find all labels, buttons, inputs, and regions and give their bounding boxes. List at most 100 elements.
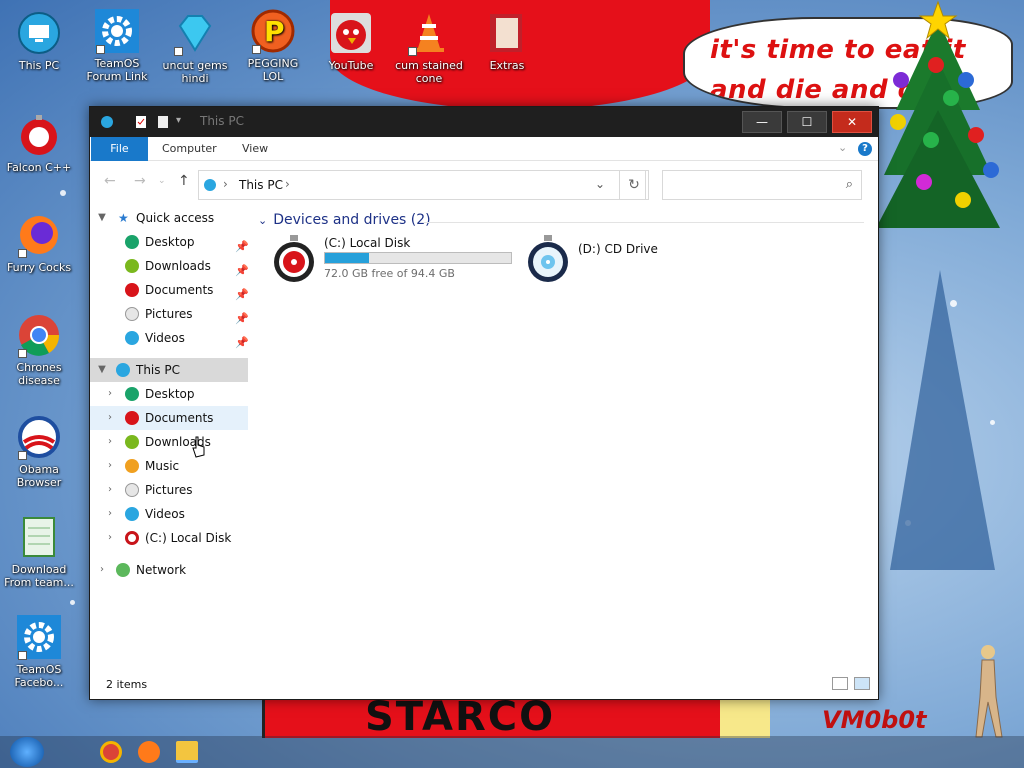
nav-quick-access[interactable]: ▼ ★ Quick access <box>90 206 248 230</box>
close-button[interactable]: ✕ <box>832 111 872 133</box>
expanded-chevron-icon[interactable]: ▼ <box>96 206 108 230</box>
drive-d[interactable]: (D:) CD Drive <box>526 234 676 290</box>
nav-pc-pictures[interactable]: › Pictures <box>90 478 248 502</box>
collapsed-chevron-icon[interactable]: › <box>104 382 116 406</box>
nav-label: Documents <box>145 411 214 425</box>
nav-pc-videos[interactable]: › Videos <box>90 502 248 526</box>
group-header-devices[interactable]: ⌄ Devices and drives (2) <box>258 212 431 228</box>
desktop-icon-teamos-forum-link[interactable]: TeamOS Forum Link <box>80 8 154 83</box>
collapsed-chevron-icon[interactable]: › <box>104 406 116 430</box>
desktop-icon-obama-browser[interactable]: Obama Browser <box>2 414 76 489</box>
nav-label: Pictures <box>145 483 193 497</box>
local-disk-icon <box>125 531 139 545</box>
p-logo-icon: P <box>250 8 296 54</box>
pin-icon: 📌 <box>235 336 249 349</box>
recent-locations-icon[interactable]: ⌄ <box>158 176 166 186</box>
nav-label: Desktop <box>145 387 195 401</box>
cd-drive-ornament-icon <box>528 235 568 282</box>
refresh-icon: ↻ <box>628 177 640 193</box>
nav-pc-desktop[interactable]: › Desktop <box>90 382 248 406</box>
nav-qa-videos[interactable]: Videos 📌 <box>90 326 249 350</box>
nav-pc-documents[interactable]: › Documents <box>90 406 248 430</box>
taskbar <box>0 736 1024 768</box>
tab-view[interactable]: View <box>228 137 282 161</box>
status-bar: 2 items <box>90 669 878 699</box>
this-pc-icon <box>101 116 113 128</box>
vlc-cone-icon <box>406 10 452 56</box>
collapsed-chevron-icon[interactable]: › <box>104 526 116 550</box>
maximize-button[interactable]: ☐ <box>787 111 827 133</box>
properties-icon[interactable] <box>134 115 148 129</box>
drive-c-free-space: 72.0 GB free of 94.4 GB <box>324 267 455 280</box>
new-folder-icon[interactable] <box>156 115 170 129</box>
desktop-icon-cum-stained-cone[interactable]: cum stained cone <box>392 10 466 85</box>
nav-qa-documents[interactable]: Documents 📌 <box>90 278 249 302</box>
collapsed-chevron-icon[interactable]: › <box>104 430 116 454</box>
desktop-icon-falcon-cpp[interactable]: Falcon C++ <box>2 112 76 174</box>
nav-qa-pictures[interactable]: Pictures 📌 <box>90 302 249 326</box>
start-button-icon[interactable] <box>10 737 44 767</box>
drive-c-name: (C:) Local Disk <box>324 236 411 250</box>
nav-network[interactable]: › Network <box>90 558 248 582</box>
address-path[interactable]: This PC <box>239 178 283 192</box>
chrome-taskbar-icon[interactable] <box>100 741 122 763</box>
collapsed-chevron-icon[interactable]: › <box>104 454 116 478</box>
file-explorer-window: ▾ This PC — ☐ ✕ File Computer View ⌄ ? ←… <box>89 106 879 700</box>
drive-c[interactable]: (C:) Local Disk 72.0 GB free of 94.4 GB <box>272 234 522 290</box>
nav-pc-downloads[interactable]: › Downloads <box>90 430 248 454</box>
desktop-icon-download-from-team[interactable]: Download From team... <box>2 514 76 589</box>
videos-ornament-icon <box>125 331 139 345</box>
file-explorer-taskbar-icon[interactable] <box>176 741 198 763</box>
address-separator-end: › <box>285 177 290 191</box>
collapsed-chevron-icon[interactable]: › <box>104 502 116 526</box>
nav-label: Pictures <box>145 307 193 321</box>
gear-icon <box>94 8 140 54</box>
desktop-icon-chrones-disease[interactable]: Chrones disease <box>2 312 76 387</box>
nav-qa-downloads[interactable]: Downloads 📌 <box>90 254 249 278</box>
help-icon[interactable]: ? <box>858 142 872 156</box>
desktop-icon-pegging-lol[interactable]: P PEGGING LOL <box>236 8 310 83</box>
nav-label: Desktop <box>145 235 195 249</box>
desktop-icon-uncut-gems[interactable]: uncut gems hindi <box>158 10 232 85</box>
desktop-icon-label: uncut gems hindi <box>162 59 228 85</box>
nav-label: (C:) Local Disk <box>145 531 232 545</box>
desktop-icon-extras[interactable]: Extras <box>470 10 544 72</box>
expand-ribbon-icon[interactable]: ⌄ <box>838 141 847 154</box>
nav-pc-music[interactable]: › Music <box>90 454 248 478</box>
address-dropdown-icon[interactable]: ⌄ <box>595 177 605 191</box>
group-collapse-icon[interactable]: ⌄ <box>258 214 267 227</box>
expanded-chevron-icon[interactable]: ▼ <box>96 358 108 382</box>
address-bar[interactable]: › This PC › ⌄ <box>198 170 646 200</box>
large-icons-view-icon[interactable] <box>854 677 870 690</box>
desktop-icon-label: YouTube <box>328 59 374 72</box>
gear-icon <box>16 614 62 660</box>
desktop-icon-teamos-facebook[interactable]: TeamOS Facebo... <box>2 614 76 689</box>
local-disk-ornament-icon <box>274 235 314 282</box>
up-icon[interactable]: ↑ <box>178 173 190 189</box>
svg-text:P: P <box>264 15 285 48</box>
minimize-button[interactable]: — <box>742 111 782 133</box>
title-bar[interactable]: ▾ This PC — ☐ ✕ <box>90 107 878 137</box>
collapsed-chevron-icon[interactable]: › <box>104 478 116 502</box>
details-view-icon[interactable] <box>832 677 848 690</box>
nav-this-pc[interactable]: ▼ This PC <box>90 358 248 382</box>
nav-pc-local-disk[interactable]: › (C:) Local Disk <box>90 526 248 550</box>
collapsed-chevron-icon[interactable]: › <box>96 558 108 582</box>
search-input[interactable]: ⌕ <box>662 170 862 200</box>
quick-access-dropdown-icon[interactable]: ▾ <box>176 115 190 129</box>
back-icon[interactable]: ← <box>104 173 116 189</box>
obama-logo-icon <box>16 414 62 460</box>
desktop-icon-furry-cocks[interactable]: Furry Cocks <box>2 212 76 274</box>
desktop-icon-this-pc[interactable]: This PC <box>2 10 76 72</box>
refresh-button[interactable]: ↻ <box>619 170 649 200</box>
drive-d-name: (D:) CD Drive <box>578 242 658 256</box>
music-ornament-icon <box>125 459 139 473</box>
desktop-icon-youtube[interactable]: YouTube <box>314 10 388 72</box>
forward-icon[interactable]: → <box>134 173 146 189</box>
firefox-taskbar-icon[interactable] <box>138 741 160 763</box>
tab-computer[interactable]: Computer <box>148 137 231 161</box>
tab-file[interactable]: File <box>91 137 148 161</box>
angry-bird-icon <box>328 10 374 56</box>
ribbon: File Computer View ⌄ ? <box>90 137 878 161</box>
nav-qa-desktop[interactable]: Desktop 📌 <box>90 230 249 254</box>
